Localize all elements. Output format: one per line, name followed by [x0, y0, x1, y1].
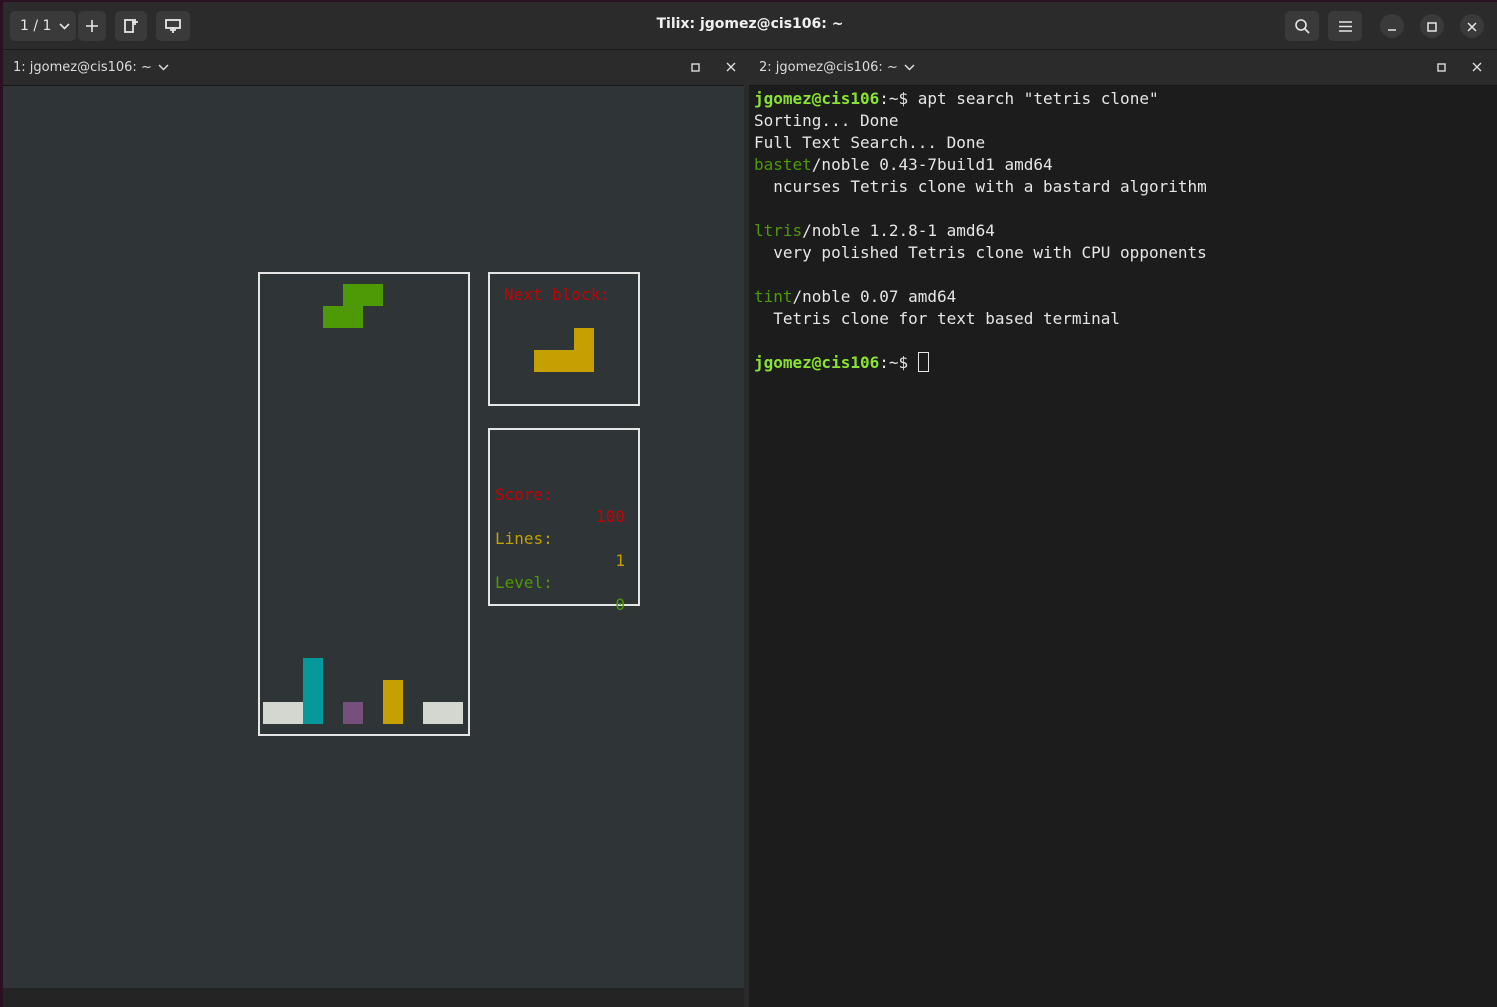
terminal-output: jgomez@cis106:~$ apt search "tetris clon…: [754, 88, 1207, 374]
pane-1-title: 1: jgomez@cis106: ~: [13, 60, 152, 75]
pane-1-title-button[interactable]: 1: jgomez@cis106: ~: [13, 60, 169, 75]
pane-1-maximize-button[interactable]: [687, 60, 703, 76]
pane-2-header: 2: jgomez@cis106: ~: [749, 50, 1497, 86]
menu-button[interactable]: [1328, 11, 1362, 41]
prompt-path: :~$: [879, 89, 918, 108]
chevron-down-icon: [904, 60, 915, 75]
pane-1-bottom-strip: [3, 988, 744, 1007]
package-name: tint: [754, 287, 793, 306]
chevron-down-icon: [158, 60, 169, 75]
package-description: ncurses Tetris clone with a bastard algo…: [754, 177, 1207, 196]
minimize-button[interactable]: [1380, 14, 1404, 38]
package-name: ltris: [754, 221, 803, 240]
score-label: Score:: [495, 485, 553, 504]
terminal-line: Sorting... Done: [754, 111, 899, 130]
level-row: Level: 0: [495, 550, 625, 638]
pane-2-title: 2: jgomez@cis106: ~: [759, 60, 898, 75]
level-value: 0: [615, 595, 625, 614]
maximize-icon: [690, 61, 700, 76]
pane-2-maximize-button[interactable]: [1433, 60, 1449, 76]
split-right-button[interactable]: [115, 11, 147, 41]
session-switcher-button[interactable]: 1 / 1: [10, 11, 76, 41]
command-text: apt search "tetris clone": [917, 89, 1159, 108]
falling-block: [323, 306, 363, 328]
prompt-user: jgomez@cis106: [754, 89, 880, 108]
search-result: ltris/noble 1.2.8-1 amd64: [754, 220, 1207, 242]
next-block-preview: [574, 328, 594, 350]
prompt-user: jgomez@cis106: [754, 353, 880, 372]
stacked-block: [303, 658, 323, 724]
hamburger-menu-icon: [1338, 20, 1352, 32]
next-block-label: Next block:: [504, 285, 610, 304]
next-block-box: Next block:: [488, 272, 640, 406]
add-session-button[interactable]: [78, 11, 106, 41]
package-description: very polished Tetris clone with CPU oppo…: [754, 243, 1207, 262]
next-block-preview: [534, 350, 594, 372]
maximize-button[interactable]: [1420, 14, 1444, 38]
pane-2-title-button[interactable]: 2: jgomez@cis106: ~: [759, 60, 915, 75]
pane-1-close-button[interactable]: [723, 60, 739, 76]
prompt-path: :~$: [879, 353, 918, 372]
close-icon: [726, 61, 736, 76]
terminal-line: jgomez@cis106:~$ apt search "tetris clon…: [754, 88, 1207, 110]
terminal-pane-2[interactable]: jgomez@cis106:~$ apt search "tetris clon…: [749, 86, 1497, 1007]
chevron-down-icon: [59, 22, 71, 30]
split-right-icon: [124, 18, 138, 34]
close-icon: [1472, 61, 1482, 76]
split-down-icon: [165, 19, 181, 33]
level-label: Level:: [495, 573, 553, 592]
minimize-icon: [1387, 17, 1397, 36]
stacked-block: [343, 702, 363, 724]
stacked-block: [263, 702, 303, 724]
falling-block: [343, 284, 383, 306]
search-result: tint/noble 0.07 amd64: [754, 286, 1207, 308]
tetris-playfield: [258, 272, 470, 736]
find-button[interactable]: [1285, 11, 1319, 41]
package-info: /noble 1.2.8-1 amd64: [802, 221, 995, 240]
lines-label: Lines:: [495, 529, 553, 548]
stats-box: Score: 100 Lines: 1 Level: 0: [488, 428, 640, 614]
maximize-icon: [1427, 17, 1437, 36]
maximize-icon: [1436, 61, 1446, 76]
terminal-line: Full Text Search... Done: [754, 133, 986, 152]
search-icon: [1294, 18, 1310, 34]
window-title: Tilix: jgomez@cis106: ~: [656, 16, 844, 32]
search-result: bastet/noble 0.43-7build1 amd64: [754, 154, 1207, 176]
package-description: Tetris clone for text based terminal: [754, 309, 1121, 328]
stacked-block: [383, 680, 403, 724]
close-icon: [1467, 17, 1477, 36]
package-info: /noble 0.07 amd64: [792, 287, 957, 306]
stacked-block: [423, 702, 463, 724]
package-info: /noble 0.43-7build1 amd64: [811, 155, 1053, 174]
tilix-window: 1 / 1 Tilix: jgomez@cis106: ~ 1: jgomez@…: [3, 2, 1497, 1007]
terminal-line: jgomez@cis106:~$: [754, 352, 1207, 374]
pane-1-header: 1: jgomez@cis106: ~: [3, 50, 744, 86]
session-switcher-label: 1 / 1: [20, 18, 52, 34]
plus-icon: [86, 20, 98, 32]
pane-2-close-button[interactable]: [1469, 60, 1485, 76]
split-down-button[interactable]: [156, 11, 190, 41]
title-bar: 1 / 1 Tilix: jgomez@cis106: ~: [3, 2, 1497, 50]
close-window-button[interactable]: [1460, 14, 1484, 38]
terminal-cursor: [917, 352, 929, 372]
terminal-pane-1[interactable]: Next block: Score: 100 Lines: 1 Level: 0: [3, 86, 744, 988]
package-name: bastet: [754, 155, 812, 174]
